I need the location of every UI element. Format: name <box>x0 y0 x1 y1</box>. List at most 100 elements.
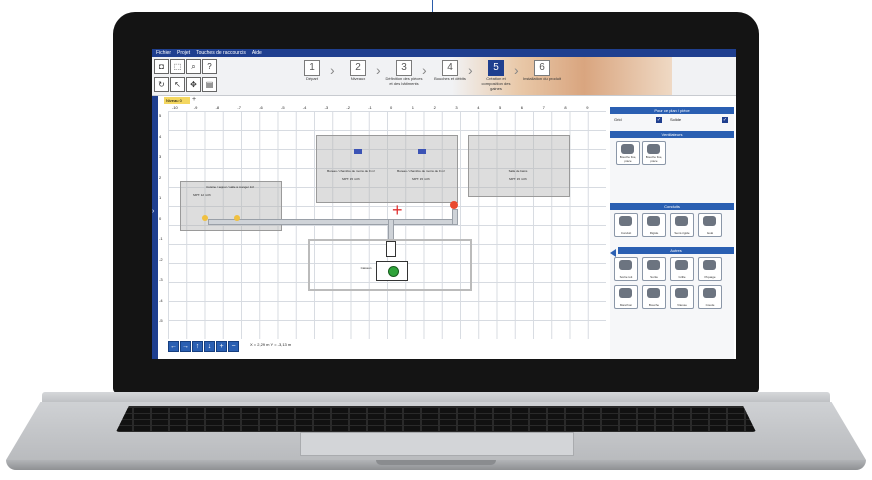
ruler-y-tick: 0 <box>159 215 162 221</box>
ruler-x-tick: 1 <box>411 105 415 110</box>
step-4[interactable]: 4 Bouches et débits <box>430 60 470 81</box>
grid-checkbox[interactable]: ✓ <box>656 117 662 123</box>
panel-arrow-icon <box>610 249 616 257</box>
menu-file[interactable]: Fichier <box>156 50 171 56</box>
vent-valve[interactable] <box>234 215 240 221</box>
unit-label: Caisson <box>360 266 372 270</box>
right-panel: Pour ce plan / pièce Grid ✓ Solide ✓ Ven… <box>610 107 734 359</box>
arrow-left-icon[interactable]: ← <box>168 341 179 352</box>
exhaust-hood[interactable] <box>450 201 458 209</box>
floor-plan-canvas[interactable]: Cuisine / séjour / salle à manger 1/2 MP… <box>168 111 606 339</box>
move-icon[interactable]: ✥ <box>186 77 201 92</box>
ruler-x-tick: -3 <box>324 105 329 110</box>
other-item[interactable]: Coude <box>698 285 722 309</box>
other-item[interactable]: Sortie toit <box>614 257 638 281</box>
ruler-x-tick: -4 <box>302 105 307 110</box>
vent-valve[interactable] <box>202 215 208 221</box>
zoom-in-icon[interactable]: ⌕ <box>186 59 201 74</box>
ruler-y-tick: 1 <box>159 195 162 200</box>
ruler-x-tick: 0 <box>390 105 393 110</box>
ruler-y-tick: -1 <box>159 236 163 241</box>
layers-icon[interactable]: ▤ <box>202 77 217 92</box>
step-2[interactable]: 2 Niveaux <box>338 60 378 81</box>
ruler-x-tick: -9 <box>193 105 198 110</box>
ruler-x-tick: 3 <box>455 105 458 110</box>
opening-notch <box>376 460 496 465</box>
other-item[interactable]: Manchon <box>614 285 638 309</box>
room-mid2-label: Bureau / chambre de moins de 9 m² <box>397 169 445 173</box>
vent-item[interactable]: Bouche fixe, pièce <box>642 141 666 165</box>
trackpad <box>300 432 574 456</box>
step-1[interactable]: 1 Départ <box>292 60 332 81</box>
select-icon[interactable]: ⬚ <box>170 59 185 74</box>
keyboard <box>116 406 756 432</box>
ruler-y-tick: 3 <box>159 154 162 159</box>
ruler-y-tick: -4 <box>159 297 163 303</box>
vent-marker[interactable] <box>354 149 362 154</box>
add-level-button[interactable]: + <box>192 96 196 103</box>
arrow-right-icon[interactable]: → <box>180 341 191 352</box>
duct-item[interactable]: Isolé <box>698 213 722 237</box>
other-item[interactable]: Grille <box>670 257 694 281</box>
duct-main[interactable] <box>208 219 458 225</box>
panel-header: Pour ce plan / pièce <box>610 107 734 114</box>
zoom-in-icon[interactable]: + <box>216 341 227 352</box>
ruler-x-tick: -8 <box>215 105 220 110</box>
camera-icon[interactable]: ◘ <box>154 59 169 74</box>
ruler-x-tick: 8 <box>564 105 567 110</box>
pointer-icon[interactable]: ↖ <box>170 77 185 92</box>
level-tab[interactable]: Niveau 0 <box>164 97 190 104</box>
menu-shortcuts[interactable]: Touches de raccourcis <box>196 50 246 56</box>
screen: Fichier Projet Touches de raccourcis Aid… <box>152 49 736 359</box>
arrow-down-icon[interactable]: ↓ <box>204 341 215 352</box>
laptop-base <box>6 392 866 476</box>
duct-item[interactable]: Rigide <box>642 213 666 237</box>
section-ventilateurs: Ventilateurs <box>610 131 734 138</box>
zoom-out-icon[interactable]: − <box>228 341 239 352</box>
unit-fan-icon <box>388 266 399 277</box>
cable <box>432 0 433 12</box>
ruler-y-tick: 4 <box>159 133 162 139</box>
other-item[interactable]: Sortie <box>642 257 666 281</box>
other-item[interactable]: Bouche <box>642 285 666 309</box>
toolbar: ◘ ⬚ ⌕ ? ↻ ↖ ✥ ▤ 1 Départ › 2 Niveaux › 3 Dé… <box>152 57 736 96</box>
chevron-right-icon: › <box>468 62 473 78</box>
chevron-right-icon: › <box>330 62 335 78</box>
help-icon[interactable]: ? <box>202 59 217 74</box>
ruler-x-tick: -5 <box>281 105 285 110</box>
menu-project[interactable]: Projet <box>177 50 190 56</box>
room-right[interactable] <box>468 135 570 197</box>
room-mid1-values: MPT: 15 m³/h <box>342 177 360 181</box>
solid-checkbox[interactable]: ✓ <box>722 117 728 123</box>
step-6[interactable]: 6 Installation du produit <box>522 60 562 81</box>
coordinates-readout: X = 2,29 m Y = -3,13 m <box>250 342 292 347</box>
step-5[interactable]: 5 Création et composition des gaines <box>476 60 516 91</box>
ruler-y-tick: -5 <box>159 318 163 323</box>
ruler-x-tick: 9 <box>586 105 589 110</box>
arrow-up-icon[interactable]: ↑ <box>192 341 203 352</box>
other-item[interactable]: Piquage <box>698 257 722 281</box>
duct-item[interactable]: Semi-rigide <box>670 213 694 237</box>
menu-help[interactable]: Aide <box>252 50 262 56</box>
status-bar: ← → ↑ ↓ + − X = 2,29 m Y = -3,13 m <box>168 339 606 359</box>
room-right-values: MPT: 15 m³/h <box>509 177 527 181</box>
ventilation-unit[interactable] <box>376 261 408 281</box>
hinge <box>42 392 830 402</box>
ruler-x-tick: 7 <box>542 105 545 110</box>
ruler-x-tick: 6 <box>520 105 524 110</box>
vent-marker[interactable] <box>418 149 426 154</box>
ruler-y-tick: -3 <box>159 277 163 282</box>
ruler-x-tick: -2 <box>346 105 350 110</box>
rotate-icon[interactable]: ↻ <box>154 77 169 92</box>
duct-item[interactable]: Conduit <box>614 213 638 237</box>
section-autres: Autres <box>618 247 734 254</box>
step-3[interactable]: 3 Définition des pièces et des bâtiments <box>384 60 424 86</box>
crosshair-icon: + <box>392 200 403 220</box>
vent-item[interactable]: Bouche fixe, pièce <box>616 141 640 165</box>
duct-connector[interactable] <box>386 241 396 257</box>
ruler-y: 5 4 3 2 1 0 -1 -2 -3 -4 -5 <box>158 111 168 339</box>
menu-bar: Fichier Projet Touches de raccourcis Aid… <box>152 49 736 57</box>
other-item[interactable]: Vitesse <box>670 285 694 309</box>
duct-riser[interactable] <box>452 209 458 225</box>
ruler-x-tick: 5 <box>499 105 502 110</box>
